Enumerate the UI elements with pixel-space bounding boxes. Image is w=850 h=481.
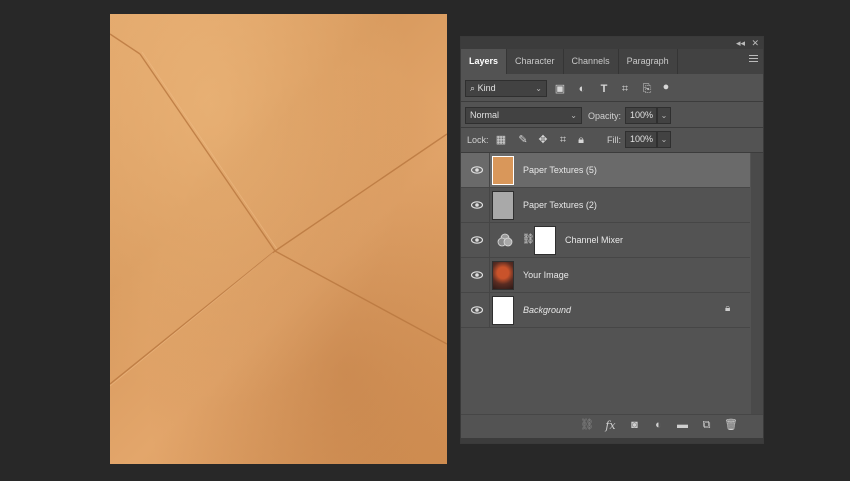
paper-fold-lines [110, 33, 447, 387]
layers-panel: ◂◂ ✕ Layers Character Channels Paragraph… [460, 36, 764, 444]
search-icon: ⌕ [470, 83, 476, 93]
layer-mask-icon[interactable]: ◙ [628, 419, 641, 432]
layer-name[interactable]: Paper Textures (5) [523, 165, 597, 175]
tab-channels[interactable]: Channels [564, 49, 619, 74]
fill-field[interactable]: 100% [625, 131, 657, 148]
tab-layers[interactable]: Layers [461, 49, 508, 74]
divider [489, 153, 490, 188]
eye-icon[interactable] [471, 234, 483, 246]
layer-mask-thumbnail[interactable] [534, 226, 556, 255]
opacity-label: Opacity: [588, 111, 622, 121]
filter-kind-label: Kind [477, 83, 496, 93]
layer-thumbnail[interactable] [492, 261, 514, 290]
layer-name[interactable]: Your Image [523, 270, 569, 280]
chevron-down-icon[interactable]: ⌄ [657, 131, 671, 148]
filter-kind-dropdown[interactable]: ⌕ Kind ⌄ [465, 80, 547, 97]
chevron-down-icon: ⌄ [535, 84, 542, 93]
chevron-down-icon: ⌄ [570, 111, 577, 120]
layer-name[interactable]: Paper Textures (2) [523, 200, 597, 210]
adjustment-filter-icon[interactable]: ◐ [575, 82, 589, 96]
divider [489, 188, 490, 223]
fill-label: Fill: [607, 135, 621, 145]
lock-all-icon[interactable]: 🔒︎ [574, 133, 588, 147]
lock-row: Lock: ▦ ✎ ✥ ⌗ 🔒︎ Fill: 100% ⌄ [461, 128, 763, 152]
panel-menu-icon[interactable] [749, 55, 758, 62]
eye-icon[interactable] [471, 304, 483, 316]
image-filter-icon[interactable]: ▣ [553, 82, 567, 96]
layers-bottom-toolbar: ⛓︎ fx ◙ ◐ ▬ ⧉ 🗑︎ [461, 414, 763, 437]
fx-icon[interactable]: fx [604, 419, 617, 432]
type-filter-icon[interactable]: T [597, 82, 611, 96]
tab-paragraph[interactable]: Paragraph [619, 49, 678, 74]
panel-tabs: Layers Character Channels Paragraph [461, 49, 763, 74]
new-layer-icon[interactable]: ⧉ [700, 419, 713, 432]
layers-list: Paper Textures (5) Paper Textures (2) ⛓︎… [461, 153, 750, 328]
blend-mode-value: Normal [470, 110, 500, 120]
link-icon[interactable]: ⛓︎ [522, 234, 535, 245]
layer-row-paper-textures-5[interactable]: Paper Textures (5) [461, 153, 750, 188]
layer-row-paper-textures-2[interactable]: Paper Textures (2) [461, 188, 750, 223]
tab-character[interactable]: Character [507, 49, 564, 74]
trash-icon[interactable]: 🗑︎ [724, 419, 738, 432]
shape-filter-icon[interactable]: ⌗ [618, 82, 632, 96]
layer-name[interactable]: Channel Mixer [565, 235, 623, 245]
layer-name[interactable]: Background [523, 305, 571, 315]
close-icon[interactable]: ✕ [751, 37, 759, 49]
lock-position-icon[interactable]: ✥ [536, 133, 550, 147]
filter-toggle-icon[interactable]: ● [659, 80, 673, 94]
lock-icon: 🔒︎ [725, 303, 731, 314]
lock-image-pixels-icon[interactable]: ✎ [516, 133, 530, 147]
eye-icon[interactable] [471, 164, 483, 176]
lock-transparent-pixels-icon[interactable]: ▦ [494, 133, 508, 147]
divider [489, 223, 490, 258]
layer-thumbnail[interactable] [492, 156, 514, 185]
layer-thumbnail[interactable] [492, 191, 514, 220]
filter-row: ⌕ Kind ⌄ ▣ ◐ T ⌗ ⎘ ● [461, 74, 763, 101]
chevron-down-icon[interactable]: ⌄ [657, 107, 671, 124]
panel-bottom-strip [461, 438, 763, 443]
document-canvas[interactable] [110, 14, 447, 464]
layer-row-your-image[interactable]: Your Image [461, 258, 750, 293]
smart-object-filter-icon[interactable]: ⎘ [640, 82, 654, 96]
layer-thumbnail[interactable] [492, 296, 514, 325]
double-chevron-left-icon[interactable]: ◂◂ [736, 37, 745, 49]
lock-label: Lock: [467, 135, 489, 145]
layer-row-background[interactable]: Background 🔒︎ [461, 293, 750, 328]
eye-icon[interactable] [471, 199, 483, 211]
group-folder-icon[interactable]: ▬ [676, 419, 689, 432]
link-layers-icon[interactable]: ⛓︎ [580, 419, 594, 432]
blend-mode-dropdown[interactable]: Normal ⌄ [465, 107, 582, 124]
blend-row: Normal ⌄ Opacity: 100% ⌄ [461, 102, 763, 127]
divider [489, 258, 490, 293]
channel-mixer-icon[interactable] [497, 233, 513, 247]
layers-scrollbar[interactable] [751, 153, 763, 415]
eye-icon[interactable] [471, 269, 483, 281]
layer-row-channel-mixer[interactable]: ⛓︎ Channel Mixer [461, 223, 750, 258]
adjustment-layer-icon[interactable]: ◐ [652, 419, 665, 432]
opacity-field[interactable]: 100% [625, 107, 657, 124]
divider [489, 293, 490, 328]
panel-titlebar: ◂◂ ✕ [461, 37, 763, 49]
lock-artboard-icon[interactable]: ⌗ [556, 133, 570, 147]
